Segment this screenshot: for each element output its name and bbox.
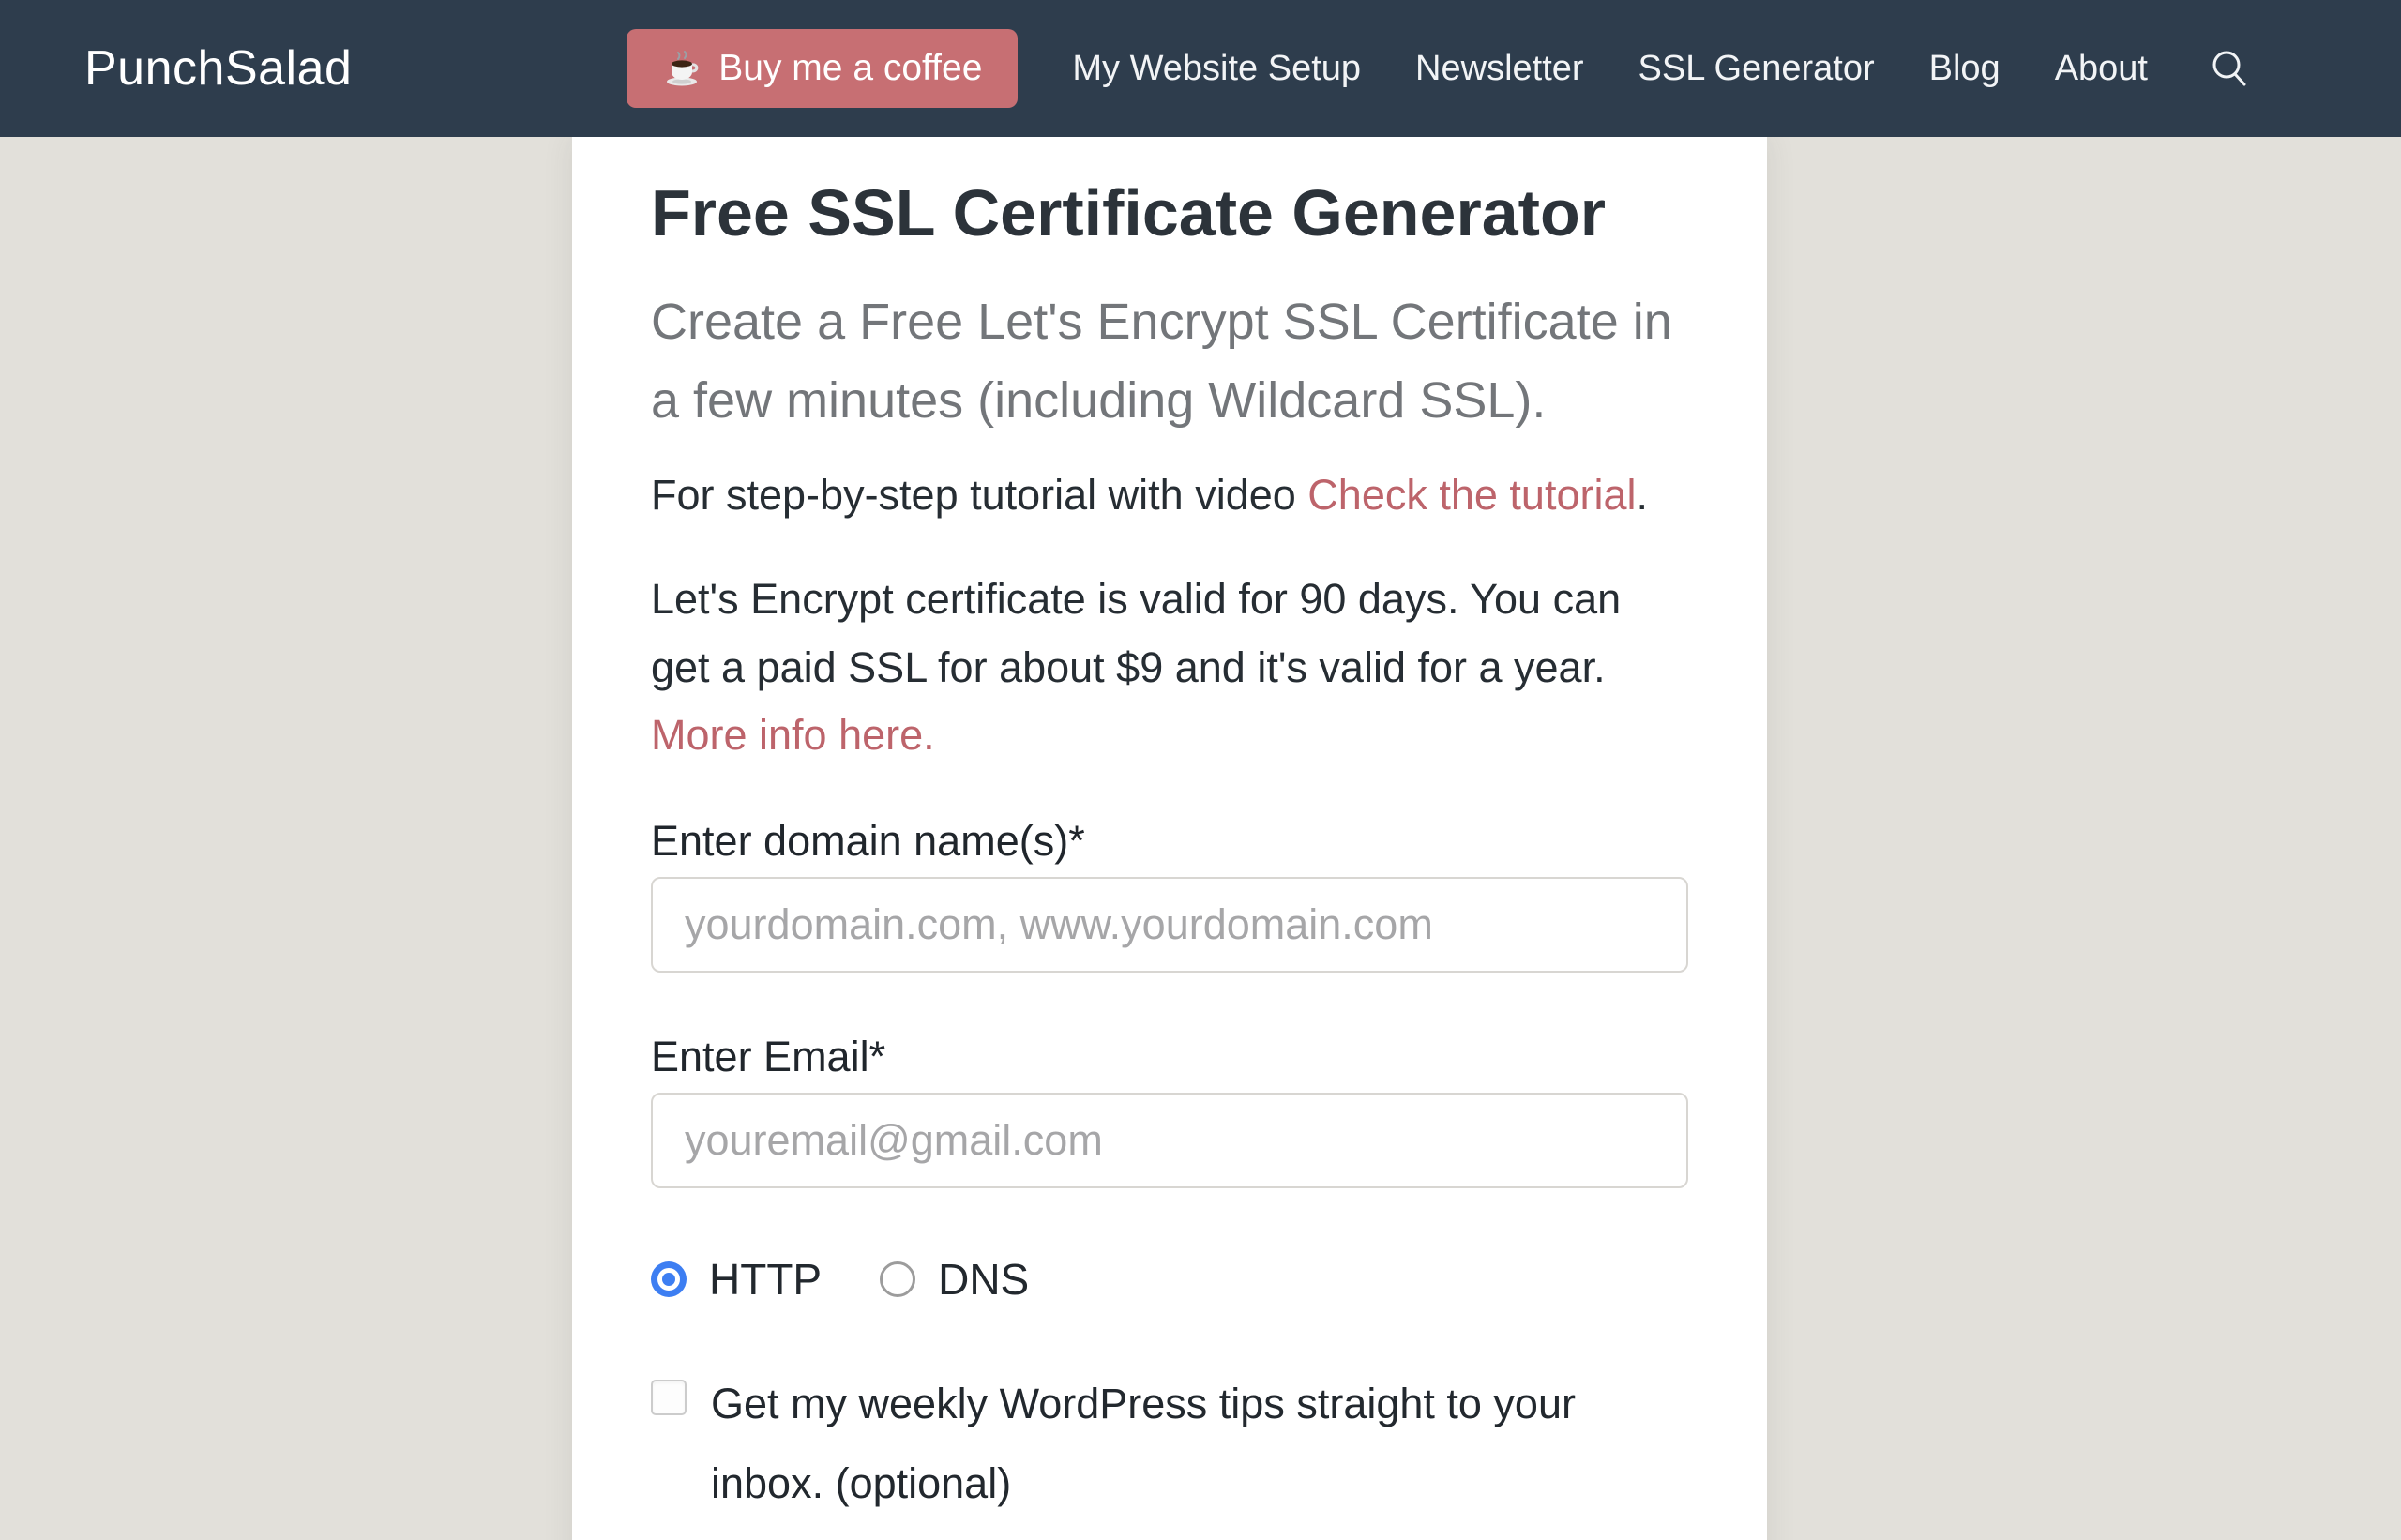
http-radio-option[interactable]: HTTP xyxy=(651,1254,822,1305)
dns-radio-option[interactable]: DNS xyxy=(880,1254,1029,1305)
tutorial-text-suffix: . xyxy=(1636,471,1648,519)
http-radio-dot xyxy=(662,1273,675,1286)
main-nav: Buy me a coffee My Website Setup Newslet… xyxy=(627,29,2251,108)
verification-method-row: HTTP DNS xyxy=(651,1254,1688,1305)
site-header: PunchSalad Buy me a coffee My Website Se… xyxy=(0,0,2401,137)
nav-item-newsletter[interactable]: Newsletter xyxy=(1415,49,1584,89)
search-button[interactable] xyxy=(2208,47,2251,90)
validity-text: Let's Encrypt certificate is valid for 9… xyxy=(651,566,1688,771)
http-radio-ring xyxy=(657,1268,680,1291)
coffee-button-label: Buy me a coffee xyxy=(718,48,982,89)
email-input[interactable] xyxy=(651,1093,1688,1188)
nav-item-ssl-generator[interactable]: SSL Generator xyxy=(1638,49,1875,89)
page-main: Free SSL Certificate Generator Create a … xyxy=(0,137,2401,1540)
buy-me-a-coffee-button[interactable]: Buy me a coffee xyxy=(627,29,1018,108)
domain-input[interactable] xyxy=(651,877,1688,973)
domain-label: Enter domain name(s)* xyxy=(651,817,1688,866)
tutorial-text-prefix: For step-by-step tutorial with video xyxy=(651,471,1307,519)
check-the-tutorial-link[interactable]: Check the tutorial xyxy=(1307,471,1636,519)
page-title: Free SSL Certificate Generator xyxy=(651,176,1688,249)
http-radio[interactable] xyxy=(651,1261,687,1297)
page-subtitle: Create a Free Let's Encrypt SSL Certific… xyxy=(651,283,1688,440)
newsletter-checkbox-row[interactable]: Get my weekly WordPress tips straight to… xyxy=(651,1365,1688,1523)
dns-radio[interactable] xyxy=(880,1261,915,1297)
coffee-cup-icon xyxy=(662,48,703,89)
more-info-link[interactable]: More info here. xyxy=(651,711,935,759)
site-logo[interactable]: PunchSalad xyxy=(84,40,352,97)
validity-text-prefix: Let's Encrypt certificate is valid for 9… xyxy=(651,575,1621,691)
http-radio-label: HTTP xyxy=(709,1254,822,1305)
dns-radio-label: DNS xyxy=(938,1254,1029,1305)
nav-item-my-website-setup[interactable]: My Website Setup xyxy=(1072,49,1361,89)
tutorial-text: For step-by-step tutorial with video Che… xyxy=(651,461,1688,530)
newsletter-checkbox[interactable] xyxy=(651,1380,687,1415)
ssl-form: Enter domain name(s)* Enter Email* HTTP … xyxy=(651,817,1688,1540)
newsletter-checkbox-label: Get my weekly WordPress tips straight to… xyxy=(711,1365,1649,1523)
ssl-generator-card: Free SSL Certificate Generator Create a … xyxy=(572,137,1767,1540)
search-icon xyxy=(2208,47,2251,90)
email-label: Enter Email* xyxy=(651,1033,1688,1081)
nav-item-blog[interactable]: Blog xyxy=(1929,49,2001,89)
nav-item-about[interactable]: About xyxy=(2055,49,2148,89)
